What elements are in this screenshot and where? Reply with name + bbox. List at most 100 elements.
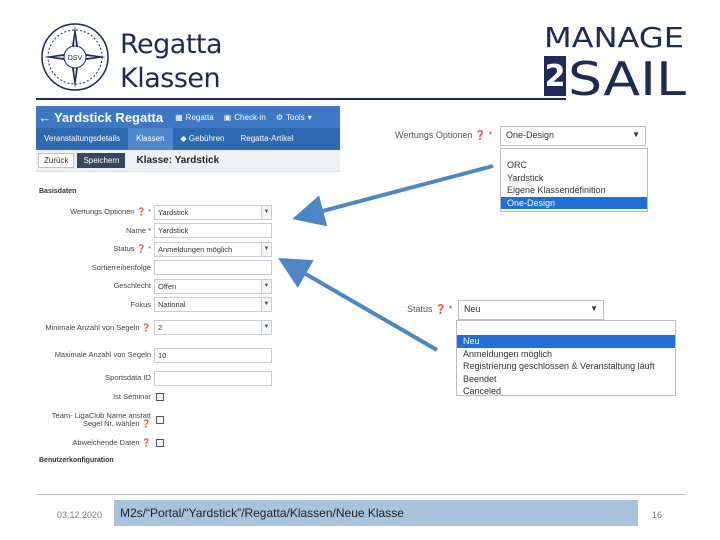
caret-down-icon: ▼ [261,242,271,256]
wertungs-optionen-select[interactable]: One-Design ▼ [500,126,646,146]
footer-path: M2s/“Portal/“Yardstick”/Regatta/Klassen/… [114,500,638,526]
dropdown-option[interactable]: Canceled [457,385,675,398]
form-row: Name * Yardstick [36,222,340,240]
text-field[interactable]: Yardstick [154,223,272,238]
svg-text:2: 2 [545,59,566,94]
form-row: Abweichende Daten ❓ [36,434,340,452]
form-row: Fokus National ▼ [36,296,340,314]
tab-klassen[interactable]: Klassen [128,128,173,150]
help-icon: ❓ [139,437,151,447]
help-icon: ❓ [139,418,151,428]
dropdown-option[interactable]: Neu [457,335,675,348]
back-button[interactable]: Zurück [38,153,75,168]
menu-tools[interactable]: ⚙ Tools ▾ [276,113,312,122]
section-benutzerkonfiguration: Benutzerkonfiguration [39,456,114,464]
help-icon: ❓ * [134,244,151,253]
save-button[interactable]: Speichern [77,153,126,168]
caret-down-icon: ▼ [261,279,271,293]
tab-regatta-artikel[interactable]: Regatta-Artikel [233,128,302,150]
grid-icon: ▦ [175,112,183,122]
dropdown-option[interactable]: Yardstick [501,172,647,185]
select-field[interactable]: National ▼ [154,297,272,312]
action-toolbar: Zurück Speichern Klasse: Yardstick [36,150,340,172]
help-icon: ❓ * [134,207,151,216]
status-label: Status ❓ * [407,304,453,314]
form-row: Status ❓ * Anmeldungen möglich ▼ [36,240,340,258]
checkbox[interactable] [156,438,164,447]
caret-down-icon: ▼ [261,298,271,311]
dsv-logo-icon: DSV [41,23,109,91]
form-row: Geschlecht Offen ▼ [36,277,340,295]
help-icon: ❓ [435,304,447,314]
checkbox[interactable] [156,415,164,424]
app-screenshot: ← Yardstick Regatta ▦ Regatta ▣ Check-in ⚙… [36,106,340,490]
class-heading: Klasse: Yardstick [136,155,220,166]
dropdown-option[interactable]: Registrierung geschlossen & Veranstaltun… [457,360,675,373]
arrow-left-icon[interactable]: ← [36,110,54,125]
slide: DSV Regatta Klassen MANAGE 2 SAIL ← Yard… [0,0,720,540]
tab-veranstaltungsdetails[interactable]: Veranstaltungsdetails [36,128,128,150]
dropdown-option[interactable]: One-Design [501,196,647,209]
class-form: Wertungs Optionen ❓ * Yardstick ▼ Name * Yar… [36,203,340,452]
field-label: Minimale Anzahl von Segeln ❓ [45,322,151,332]
svg-text:MANAGE: MANAGE [544,21,684,54]
field-label: Fokus [130,299,151,309]
app-title: Yardstick Regatta [54,109,164,125]
select-field[interactable]: 2 ▼ [154,320,272,335]
form-row: Sportsdata ID [36,369,340,387]
status-options-list: Neu Anmeldungen möglich Registrierung gesc… [456,320,676,396]
field-label: Wertungs Optionen ❓ * [70,207,151,216]
field-label: Sortierreihenfolge [91,262,151,272]
form-row: Wertungs Optionen ❓ * Yardstick ▼ [36,203,340,221]
field-label: Name * [125,225,151,235]
title-line2: Klassen [120,63,221,94]
app-navbar: ← Yardstick Regatta ▦ Regatta ▣ Check-in ⚙… [36,106,340,128]
tag-icon: ◆ [180,134,189,143]
dropdown-option[interactable]: Beendet [457,373,675,386]
page-title: Regatta Klassen [120,28,223,96]
form-row: Team- LigaClub Name anstatt Segel Nr. wä… [36,406,340,433]
header-divider [36,98,566,100]
footer-divider [36,494,686,495]
svg-text:DSV: DSV [68,55,83,62]
checkbox[interactable] [156,392,164,401]
field-label: Abweichende Daten ❓ [72,437,151,447]
text-field[interactable] [154,260,272,275]
dropdown-option[interactable]: Anmeldungen möglich [457,348,675,361]
caret-down-icon: ▼ [590,304,598,313]
help-icon: ❓ [139,322,151,332]
field-label: Maximale Anzahl von Segeln [54,350,151,359]
select-field[interactable]: Offen ▼ [154,278,272,294]
tools-icon: ⚙ [275,112,284,122]
field-label: Team- LigaClub Name anstatt Segel Nr. wä… [51,410,151,428]
caret-down-icon: ▼ [261,321,271,334]
dropdown-option[interactable]: ORC [501,159,647,172]
text-field[interactable]: 10 [154,347,272,363]
tab-gebuehren[interactable]: ◆ Gebühren [173,128,233,150]
section-basisdaten: Basisdaten [39,188,77,195]
field-label: Geschlecht [113,281,151,290]
caret-down-icon: ▾ [307,112,312,122]
status-select[interactable]: Neu ▼ [458,300,604,320]
select-field[interactable]: Anmeldungen möglich ▼ [154,241,272,257]
select-field[interactable]: Yardstick ▼ [154,204,272,220]
svg-text:SAIL: SAIL [568,52,686,100]
dropdown-option[interactable]: Eigene Klassendefinition [501,184,647,197]
form-row: Sortierreihenfolge [36,259,340,277]
help-icon: ❓ [474,130,487,140]
manage2sail-logo: MANAGE 2 SAIL [544,21,686,100]
field-label: Status ❓ * [113,244,151,253]
caret-down-icon: ▼ [261,205,271,219]
title-line1: Regatta [120,29,223,60]
footer-date: 03.12.2020 [57,510,103,520]
form-row: Ist Seminar [36,388,340,406]
form-row: Maximale Anzahl von Segeln 10 [36,342,340,369]
text-field[interactable] [154,370,272,386]
tab-bar: Veranstaltungsdetails Klassen ◆ Gebühren… [36,128,340,150]
caret-down-icon: ▼ [632,130,640,139]
field-label: Sportsdata ID [105,373,151,382]
field-label: Ist Seminar [113,391,151,401]
form-row: Minimale Anzahl von Segeln ❓ 2 ▼ [36,314,340,341]
menu-regatta[interactable]: ▦ Regatta [175,113,214,122]
menu-checkin[interactable]: ▣ Check-in [224,113,266,122]
